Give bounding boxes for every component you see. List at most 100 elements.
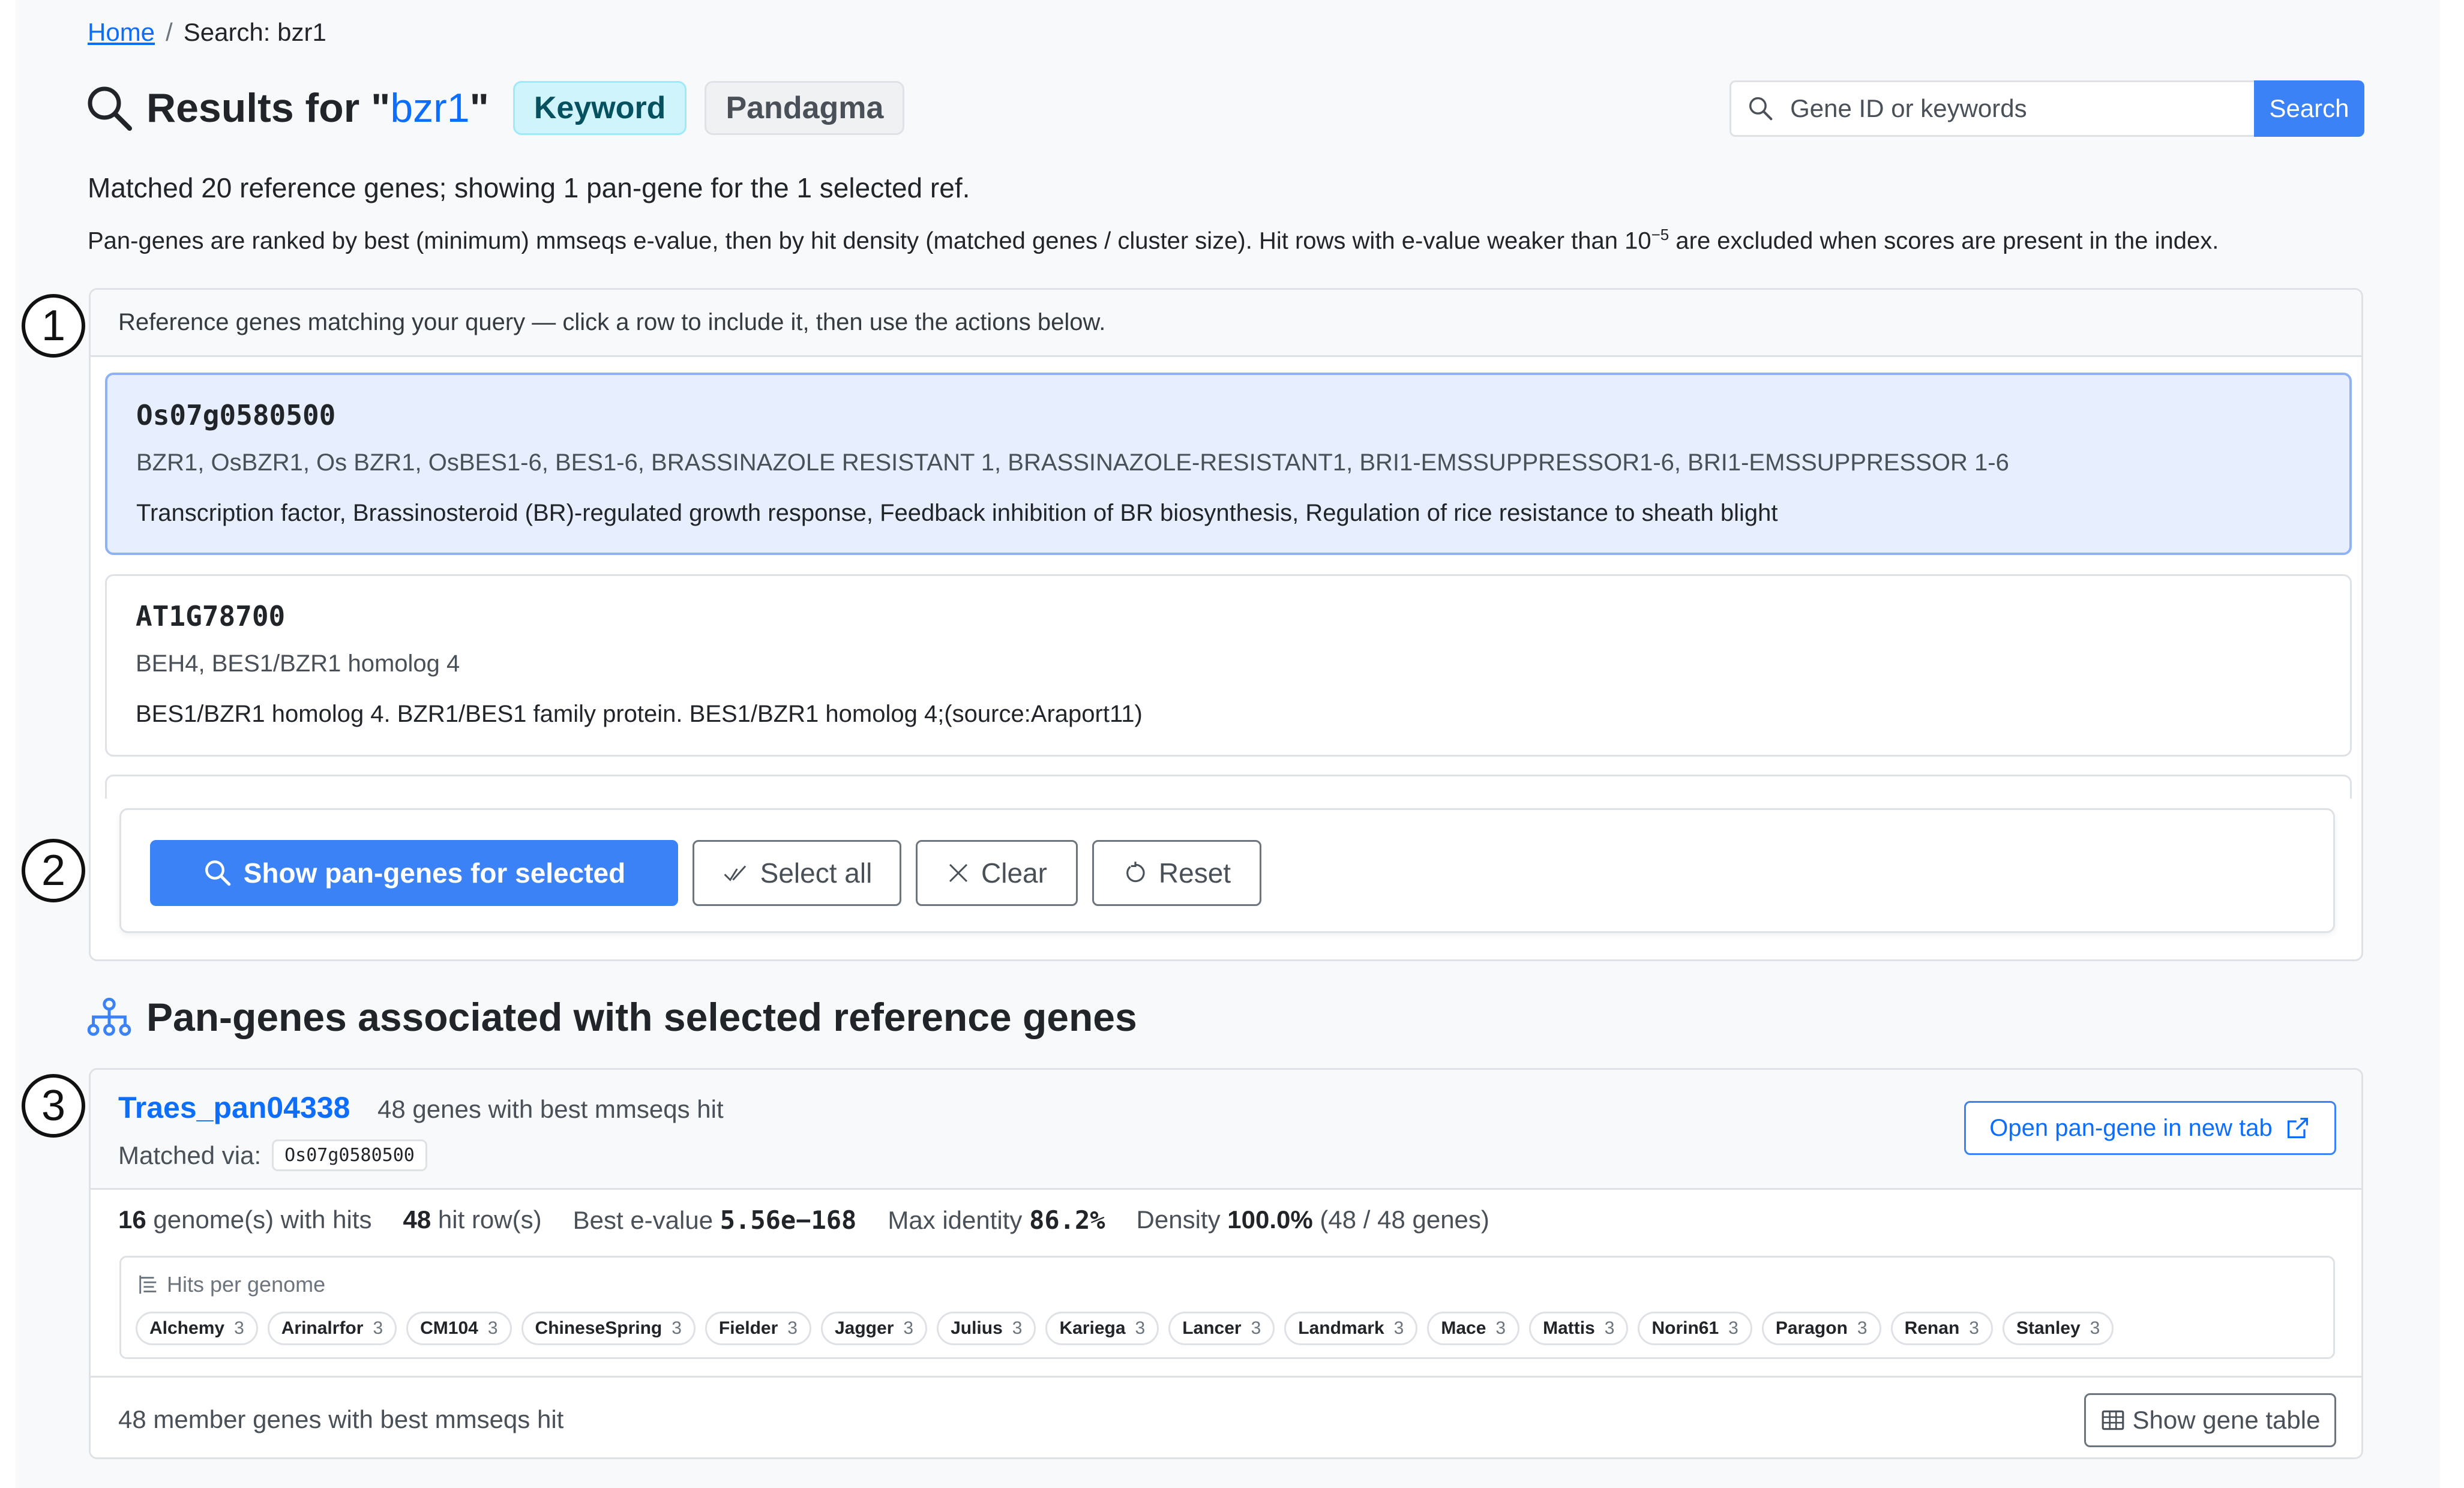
stat-density-value: 100.0% <box>1227 1205 1313 1234</box>
check-all-icon <box>724 865 746 881</box>
search-icon <box>88 86 132 131</box>
genome-name: Norin61 <box>1651 1318 1719 1338</box>
genome-chip: Landmark 3 <box>1284 1312 1418 1345</box>
stat-evalue-value: 5.56e−168 <box>720 1205 857 1235</box>
genome-chips: Alchemy 3 Arinalrfor 3 CM104 3 ChineseSprin… <box>136 1312 2114 1345</box>
reset-icon <box>1126 862 1145 883</box>
stat-identity-value: 86.2% <box>1029 1205 1105 1235</box>
breadcrumb-separator: / <box>166 18 173 46</box>
genome-count: 3 <box>1604 1318 1615 1338</box>
keyword-badge: Keyword <box>512 81 687 135</box>
genome-count: 3 <box>2090 1318 2100 1338</box>
callout-1: 1 <box>22 294 85 358</box>
genome-name: Landmark <box>1298 1318 1384 1338</box>
pan-gene-card-header: Traes_pan04338 48 genes with best mmseqs… <box>91 1070 2361 1190</box>
pan-gene-card: Traes_pan04338 48 genes with best mmseqs… <box>89 1068 2363 1459</box>
breadcrumb-home-link[interactable]: Home <box>88 18 155 46</box>
genome-name: Kariega <box>1059 1318 1126 1338</box>
genome-name: Mattis <box>1543 1318 1595 1338</box>
genome-count: 3 <box>1135 1318 1146 1338</box>
search-form: Search <box>1729 80 2364 137</box>
stat-hit-rows: 48 hit row(s) <box>403 1205 542 1235</box>
stat-genomes: 16 genome(s) with hits <box>118 1205 372 1235</box>
hierarchy-icon <box>87 997 131 1036</box>
genome-chip: Mattis 3 <box>1529 1312 1629 1345</box>
pan-gene-stats: 16 genome(s) with hits 48 hit row(s) Bes… <box>118 1205 1489 1235</box>
search-button[interactable]: Search <box>2254 80 2364 137</box>
hits-per-genome-box: Hits per genome Alchemy 3 Arinalrfor 3 CM1… <box>119 1256 2335 1359</box>
stat-genomes-label: genome(s) with hits <box>153 1205 372 1234</box>
genome-name: CM104 <box>420 1318 478 1338</box>
genome-name: Paragon <box>1775 1318 1848 1338</box>
pan-gene-link[interactable]: Traes_pan04338 <box>118 1090 350 1125</box>
open-pan-gene-button[interactable]: Open pan-gene in new tab <box>1964 1101 2336 1155</box>
stat-identity: Max identity 86.2% <box>888 1205 1105 1235</box>
section-title: Pan-genes associated with selected refer… <box>146 995 1137 1039</box>
genome-chip: Norin61 3 <box>1638 1312 1752 1345</box>
genome-chip: Arinalrfor 3 <box>267 1312 397 1345</box>
pan-gene-subtitle: 48 genes with best mmseqs hit <box>377 1095 724 1123</box>
reference-gene-description: Transcription factor, Brassinosteroid (B… <box>136 500 1778 526</box>
callout-3: 3 <box>22 1074 85 1138</box>
genome-chip: Lancer 3 <box>1168 1312 1275 1345</box>
list-tree-icon <box>139 1275 157 1294</box>
external-link-icon <box>2287 1117 2308 1139</box>
pan-gene-card-footer: 48 member genes with best mmseqs hit Sho… <box>91 1376 2361 1457</box>
select-all-button[interactable]: Select all <box>693 840 901 906</box>
matched-via-gene: Os07g0580500 <box>272 1139 427 1171</box>
genome-chip: Fielder 3 <box>705 1312 811 1345</box>
genome-count: 3 <box>1495 1318 1506 1338</box>
genome-count: 3 <box>1393 1318 1404 1338</box>
show-gene-table-button[interactable]: Show gene table <box>2084 1393 2336 1447</box>
genome-chip: Mace 3 <box>1427 1312 1520 1345</box>
genome-name: Stanley <box>2016 1318 2081 1338</box>
page-title-suffix: " <box>469 85 489 131</box>
breadcrumb-current: Search: bzr1 <box>183 18 326 46</box>
genome-name: Julius <box>951 1318 1003 1338</box>
reference-gene-id: Os07g0580500 <box>136 399 336 431</box>
genome-name: ChineseSpring <box>535 1318 663 1338</box>
results-summary: Matched 20 reference genes; showing 1 pa… <box>88 172 970 203</box>
table-icon <box>2102 1410 2124 1430</box>
genome-count: 3 <box>1969 1318 1979 1338</box>
genome-count: 3 <box>787 1318 798 1338</box>
genome-name: Lancer <box>1182 1318 1242 1338</box>
stat-evalue-label: Best e-value <box>572 1206 714 1234</box>
genome-name: Alchemy <box>149 1318 225 1338</box>
show-pan-genes-button[interactable]: Show pan-genes for selected <box>150 840 678 906</box>
reference-gene-synonyms: BZR1, OsBZR1, Os BZR1, OsBES1-6, BES1-6,… <box>136 449 2009 476</box>
clear-button[interactable]: Clear <box>916 840 1078 906</box>
reset-label: Reset <box>1158 857 1231 889</box>
reset-button[interactable]: Reset <box>1092 840 1261 906</box>
genome-count: 3 <box>234 1318 244 1338</box>
hits-per-genome-label: Hits per genome <box>167 1272 326 1297</box>
genome-count: 3 <box>903 1318 914 1338</box>
reference-gene-row[interactable]: AT1G78700 BEH4, BES1/BZR1 homolog 4 BES1… <box>105 574 2352 757</box>
show-pan-genes-label: Show pan-genes for selected <box>243 857 626 889</box>
ranking-note-exponent: −5 <box>1651 226 1669 244</box>
stat-hit-rows-label: hit row(s) <box>437 1205 542 1234</box>
genome-name: Jagger <box>834 1318 894 1338</box>
search-icon <box>1749 97 1773 121</box>
genome-chip: Kariega 3 <box>1045 1312 1159 1345</box>
stat-hit-rows-count: 48 <box>403 1205 431 1234</box>
reference-genes-header: Reference genes matching your query — cl… <box>91 290 2361 357</box>
page-title-prefix: Results for " <box>146 85 391 131</box>
genome-count: 3 <box>487 1318 498 1338</box>
hits-per-genome-title: Hits per genome <box>137 1272 325 1297</box>
genome-count: 3 <box>1251 1318 1261 1338</box>
actions-toolbar: Show pan-genes for selected Select all C… <box>119 808 2335 933</box>
select-all-label: Select all <box>760 857 873 889</box>
genome-name: Mace <box>1441 1318 1486 1338</box>
search-input[interactable] <box>1790 94 2254 123</box>
genome-count: 3 <box>1728 1318 1738 1338</box>
genome-chip: Jagger 3 <box>820 1312 928 1345</box>
ranking-note-tail: are excluded when scores are present in … <box>1669 227 2219 254</box>
genome-name: Renan <box>1904 1318 1960 1338</box>
pan-genes-section-heading: Pan-genes associated with selected refer… <box>86 990 1137 1044</box>
stat-genomes-count: 16 <box>118 1205 146 1234</box>
genome-count: 3 <box>373 1318 383 1338</box>
genome-chip: Julius 3 <box>937 1312 1036 1345</box>
page-title: Results for "bzr1" <box>146 85 489 131</box>
reference-gene-row-selected[interactable]: Os07g0580500 BZR1, OsBZR1, Os BZR1, OsBE… <box>105 373 2352 555</box>
